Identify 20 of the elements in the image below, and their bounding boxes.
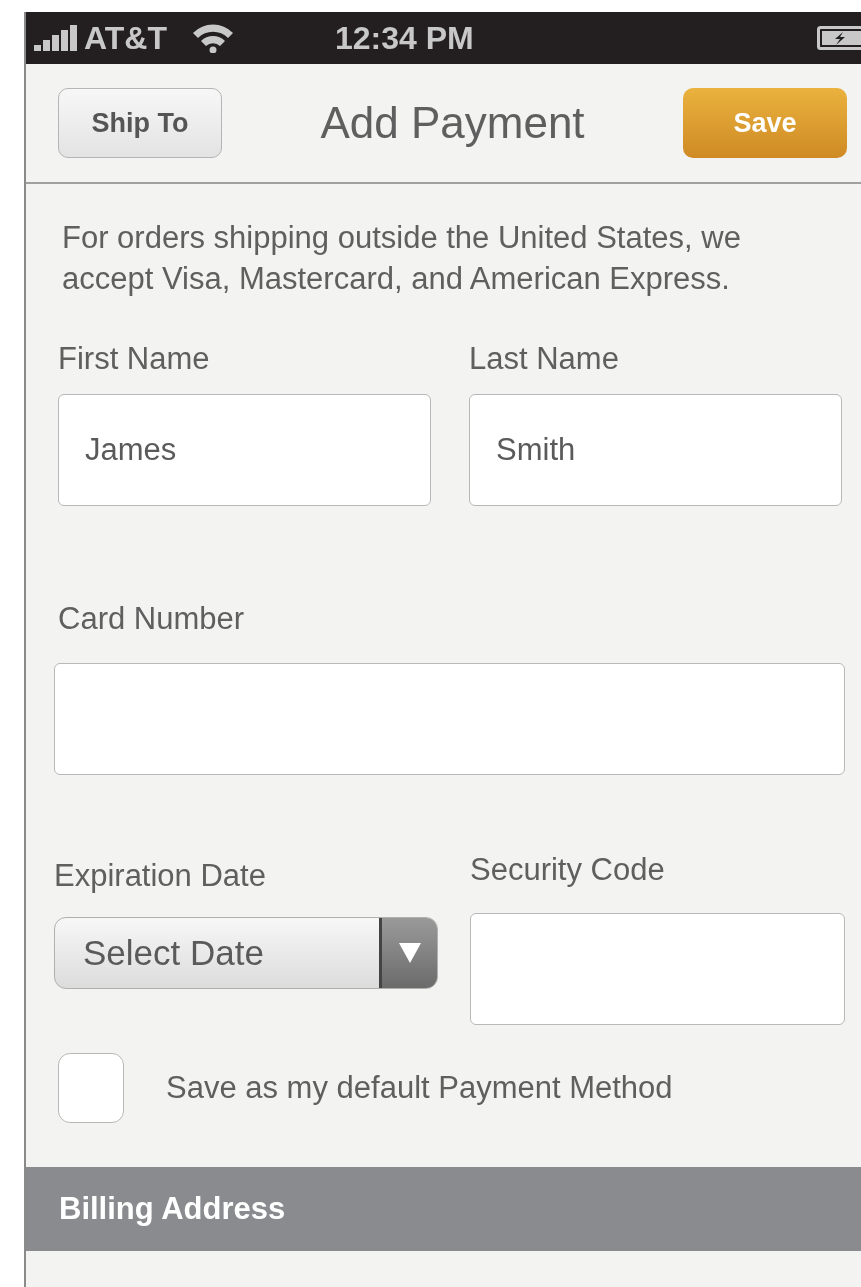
signal-icon <box>34 25 80 51</box>
date-dropdown[interactable]: Select Date <box>54 917 438 990</box>
input-field[interactable]: Smith <box>469 394 842 507</box>
back-button[interactable]: Ship To <box>58 88 222 158</box>
caret-icon <box>398 943 421 964</box>
checkbox-label: Save as my default Payment Method <box>166 1069 673 1108</box>
section-header: Billing Address <box>26 1167 861 1252</box>
field-label: Last Name <box>469 339 620 378</box>
field-label: First Name <box>58 339 211 378</box>
checkbox[interactable] <box>58 1053 124 1124</box>
field-label: Expiration Date <box>54 856 267 895</box>
input-field[interactable]: James <box>58 394 431 507</box>
notice-text: For orders shipping outside the United States, we accept Visa, Mastercard, and American Express. <box>61 219 742 298</box>
field-label: Security Code <box>470 850 666 889</box>
field-label: Card Number <box>57 600 246 639</box>
page-title: Add Payment <box>319 97 586 149</box>
input-field[interactable] <box>54 662 845 775</box>
clock: 12:34 PM <box>334 19 474 58</box>
input-field[interactable] <box>470 913 845 1026</box>
carrier-name: AT&T <box>84 19 167 58</box>
